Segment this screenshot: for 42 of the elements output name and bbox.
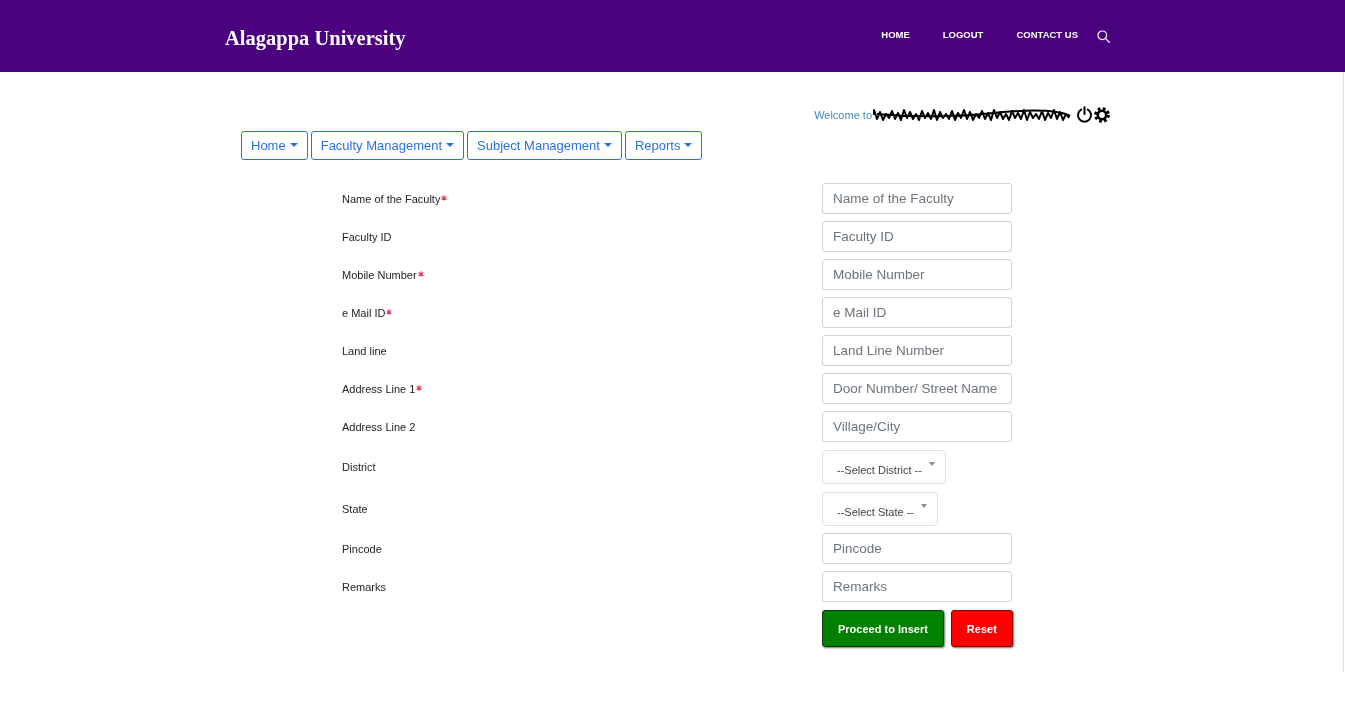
settings-icon[interactable] — [1094, 106, 1110, 123]
caret-icon — [446, 142, 455, 147]
nav-link[interactable]: CONTACT US — [1016, 29, 1078, 40]
field-label: Mobile Number — [342, 268, 417, 281]
text-input-field[interactable]: Pincode — [822, 533, 1012, 564]
submit-button[interactable]: Proceed to Insert — [822, 610, 944, 647]
field-label: Faculty ID — [342, 230, 392, 243]
field-label: e Mail ID — [342, 306, 386, 319]
welcome-text: Welcome to — [814, 108, 872, 121]
caret-icon — [928, 462, 935, 466]
field-label: Address Line 2 — [342, 420, 416, 433]
text-input-field[interactable]: Village/City — [822, 411, 1012, 442]
power-icon[interactable] — [1076, 106, 1093, 123]
text-input-field[interactable]: Name of the Faculty — [822, 183, 1012, 214]
field-label: Land line — [342, 344, 387, 357]
search-icon[interactable] — [1097, 30, 1110, 43]
caret-icon — [921, 504, 928, 508]
text-input-field[interactable]: Mobile Number — [822, 259, 1012, 290]
field-label: Name of the Faculty — [342, 192, 441, 205]
dropdown-select[interactable]: --Select State -- — [822, 492, 939, 526]
menu-dropdown-button[interactable]: Reports — [624, 131, 703, 160]
menu-dropdown-button[interactable]: Faculty Management — [310, 131, 465, 160]
text-input-field[interactable]: Faculty ID — [822, 221, 1012, 252]
caret-icon — [684, 142, 693, 147]
text-input-field[interactable]: Land Line Number — [822, 335, 1012, 366]
text-input-field[interactable]: Door Number/ Street Name — [822, 373, 1012, 404]
text-input-field[interactable]: Remarks — [822, 571, 1012, 602]
caret-icon — [289, 142, 298, 147]
nav-link[interactable]: HOME — [881, 29, 910, 40]
nav-link[interactable]: LOGOUT — [942, 29, 984, 40]
dropdown-select[interactable]: --Select District -- — [822, 450, 946, 484]
text-input-field[interactable]: e Mail ID — [822, 297, 1012, 328]
reset-button[interactable]: Reset — [950, 610, 1013, 647]
caret-icon — [603, 142, 612, 147]
field-label: Remarks — [342, 580, 386, 593]
field-label: State — [342, 503, 368, 515]
field-label: Address Line 1 — [342, 382, 416, 395]
site-logo[interactable]: Alagappa University — [225, 26, 406, 50]
field-label: District — [342, 461, 376, 473]
field-label: Pincode — [342, 542, 382, 555]
menu-dropdown-button[interactable]: Home — [241, 131, 308, 160]
menu-dropdown-button[interactable]: Subject Management — [467, 131, 622, 160]
